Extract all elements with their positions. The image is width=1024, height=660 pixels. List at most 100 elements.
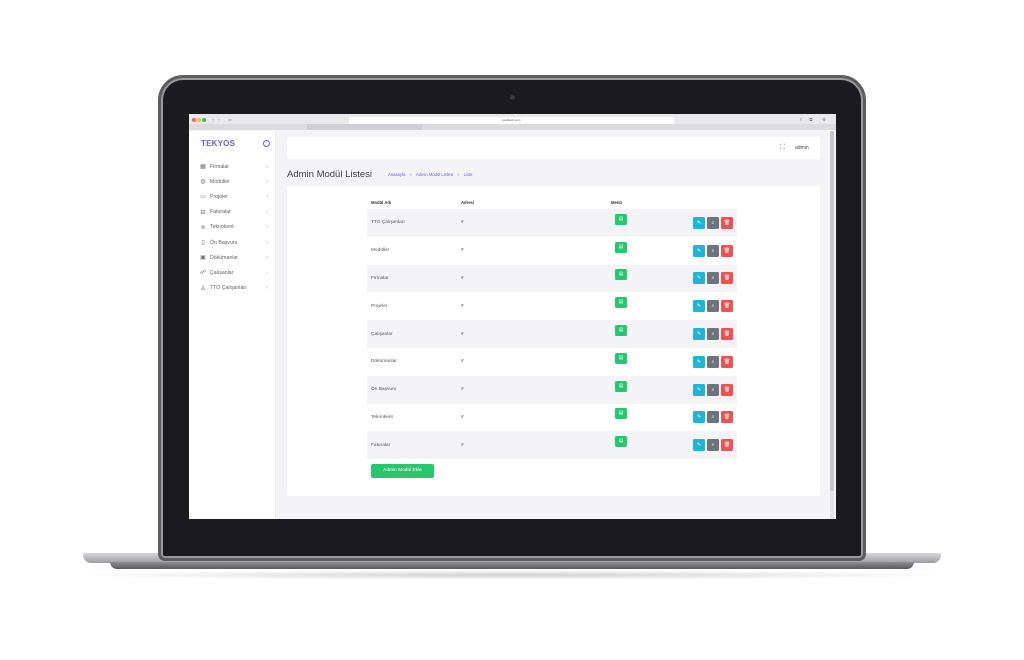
menu-toggle-button[interactable]: ▤: [615, 352, 627, 364]
edit-button[interactable]: ✎: [693, 328, 705, 341]
sidebar-item-dokumanlar[interactable]: ▣ Dökümanlar ›: [189, 250, 276, 265]
chevron-right-icon: ›: [266, 224, 268, 231]
sidebar-item-firmalar[interactable]: ▦ Firmalar ›: [189, 159, 276, 174]
sidebar-item-on-basvuru[interactable]: ▯ Ön Başvuru ›: [189, 235, 276, 250]
browser-tab[interactable]: [307, 124, 422, 130]
chevron-right-icon: ›: [266, 209, 268, 216]
view-button[interactable]: ⌕: [707, 216, 719, 229]
table-row: Çalışanlar # ▤ ✎ ⌕ 🗑: [367, 320, 737, 348]
table-row: Ön Başvuru # ▤ ✎ ⌕ 🗑: [367, 375, 737, 404]
minimize-window-icon[interactable]: [197, 118, 201, 122]
menu-toggle-button[interactable]: ▤: [615, 380, 627, 392]
settings-icon[interactable]: ⚙: [821, 117, 827, 123]
fullscreen-icon[interactable]: ⛶: [780, 144, 785, 152]
breadcrumb-module-list[interactable]: Admin Modül Listesi: [416, 172, 453, 177]
menu-toggle-button[interactable]: ▤: [615, 436, 627, 448]
laptop-lid: ‹ › ▭ pardtech.com ⇪ ⧉ ⚙ TEKYOS ◦ ▦ Firma…: [161, 78, 863, 558]
edit-button[interactable]: ✎: [693, 272, 705, 285]
scrollbar-thumb[interactable]: [830, 131, 834, 491]
menu-toggle-button[interactable]: ▤: [615, 269, 627, 281]
menu-toggle-button[interactable]: ▤: [615, 408, 627, 420]
view-button[interactable]: ⌕: [707, 244, 719, 257]
chevron-right-icon: ›: [266, 285, 268, 292]
sidebar-toggle-icon[interactable]: ◦: [263, 140, 270, 147]
delete-button[interactable]: 🗑: [721, 355, 733, 368]
menu-toggle-button[interactable]: ▤: [615, 325, 627, 337]
delete-button[interactable]: 🗑: [721, 328, 733, 341]
edit-button[interactable]: ✎: [693, 383, 705, 396]
delete-button[interactable]: 🗑: [721, 383, 733, 396]
delete-button[interactable]: 🗑: [721, 439, 733, 452]
delete-button[interactable]: 🗑: [721, 216, 733, 229]
edit-button[interactable]: ✎: [693, 355, 705, 368]
row-actions: ✎ ⌕ 🗑: [693, 300, 737, 313]
view-button[interactable]: ⌕: [707, 272, 719, 285]
menu-toggle-button[interactable]: ▤: [615, 241, 627, 253]
screen: ‹ › ▭ pardtech.com ⇪ ⧉ ⚙ TEKYOS ◦ ▦ Firma…: [189, 114, 836, 519]
row-actions: ✎ ⌕ 🗑: [693, 216, 737, 229]
edit-button[interactable]: ✎: [693, 439, 705, 452]
table-row: Projeler # ▤ ✎ ⌕ 🗑: [367, 292, 737, 320]
module-name: Teknokent: [371, 414, 393, 420]
module-address: #: [461, 220, 464, 226]
users-icon: ☍: [199, 270, 207, 277]
sidebar-item-moduller[interactable]: ◍ Modüller ›: [189, 174, 276, 189]
view-button[interactable]: ⌕: [707, 300, 719, 313]
clipboard-icon: ▯: [201, 240, 205, 247]
user-menu[interactable]: admin: [795, 145, 809, 151]
edit-button[interactable]: ✎: [693, 244, 705, 257]
sidebar-item-projeler[interactable]: ▭ Projeler ›: [189, 189, 276, 204]
table-header: Modül Adı Adresi Menü: [367, 195, 737, 209]
edit-button[interactable]: ✎: [693, 300, 705, 313]
edit-button[interactable]: ✎: [693, 216, 705, 229]
row-actions: ✎ ⌕ 🗑: [693, 355, 737, 368]
view-button[interactable]: ⌕: [707, 439, 719, 452]
add-module-button[interactable]: Admin Modül Ekle: [371, 464, 434, 478]
sidebar-toggle-icon[interactable]: ▭: [227, 117, 233, 123]
delete-button[interactable]: 🗑: [721, 411, 733, 424]
tabs-icon[interactable]: ⧉: [808, 117, 814, 123]
module-address: #: [461, 275, 464, 281]
sidebar-item-label: Firmalar: [210, 163, 230, 170]
laptop-mockup: ‹ › ▭ pardtech.com ⇪ ⧉ ⚙ TEKYOS ◦ ▦ Firma…: [0, 0, 1024, 660]
close-window-icon[interactable]: [192, 118, 196, 122]
table-row: Dökümanlar # ▤ ✎ ⌕ 🗑: [367, 348, 737, 376]
delete-button[interactable]: 🗑: [721, 272, 733, 285]
row-actions: ✎ ⌕ 🗑: [693, 328, 737, 341]
maximize-window-icon[interactable]: [202, 118, 206, 122]
laptop-base-bottom: [110, 562, 914, 569]
user-icon: ♙: [200, 285, 206, 292]
inbox-icon: ⊟: [200, 209, 206, 216]
sidebar-item-faturalar[interactable]: ⊟ Faturalar ›: [189, 205, 276, 220]
edit-button[interactable]: ✎: [693, 411, 705, 424]
share-icon[interactable]: ⇪: [798, 117, 804, 123]
module-name: Modüller: [371, 248, 390, 254]
view-button[interactable]: ⌕: [707, 328, 719, 341]
row-actions: ✎ ⌕ 🗑: [693, 272, 737, 285]
module-name: Çalışanlar: [371, 331, 393, 337]
address-bar[interactable]: pardtech.com: [349, 117, 674, 124]
menu-toggle-button[interactable]: ▤: [615, 213, 627, 225]
module-address: #: [461, 442, 464, 448]
view-button[interactable]: ⌕: [707, 411, 719, 424]
brand-logo[interactable]: TEKYOS: [201, 139, 235, 148]
chevron-right-icon: ›: [266, 178, 268, 185]
menu-toggle-button[interactable]: ▤: [615, 297, 627, 309]
view-button[interactable]: ⌕: [707, 383, 719, 396]
delete-button[interactable]: 🗑: [721, 300, 733, 313]
module-name: Ön Başvuru: [371, 387, 397, 393]
delete-button[interactable]: 🗑: [721, 244, 733, 257]
sidebar-item-tto-calisanlari[interactable]: ♙ TTO Çalışanları ›: [189, 281, 276, 296]
breadcrumb-home[interactable]: Anasayfa: [388, 172, 405, 177]
address-bar-url: pardtech.com: [502, 118, 521, 122]
row-actions: ✎ ⌕ 🗑: [693, 383, 737, 396]
globe-icon: ◍: [200, 179, 206, 186]
view-button[interactable]: ⌕: [707, 355, 719, 368]
module-name: Faturalar: [371, 442, 391, 448]
tab-bar: [189, 124, 836, 130]
module-address: #: [461, 414, 464, 420]
sidebar-item-calisanlar[interactable]: ☍ Çalışanlar ›: [189, 265, 276, 280]
table-row: Modüller # ▤ ✎ ⌕ 🗑: [367, 237, 737, 265]
forward-icon[interactable]: ›: [216, 117, 222, 123]
sidebar-item-teknokent[interactable]: ≋ Teknokent ›: [189, 220, 276, 235]
